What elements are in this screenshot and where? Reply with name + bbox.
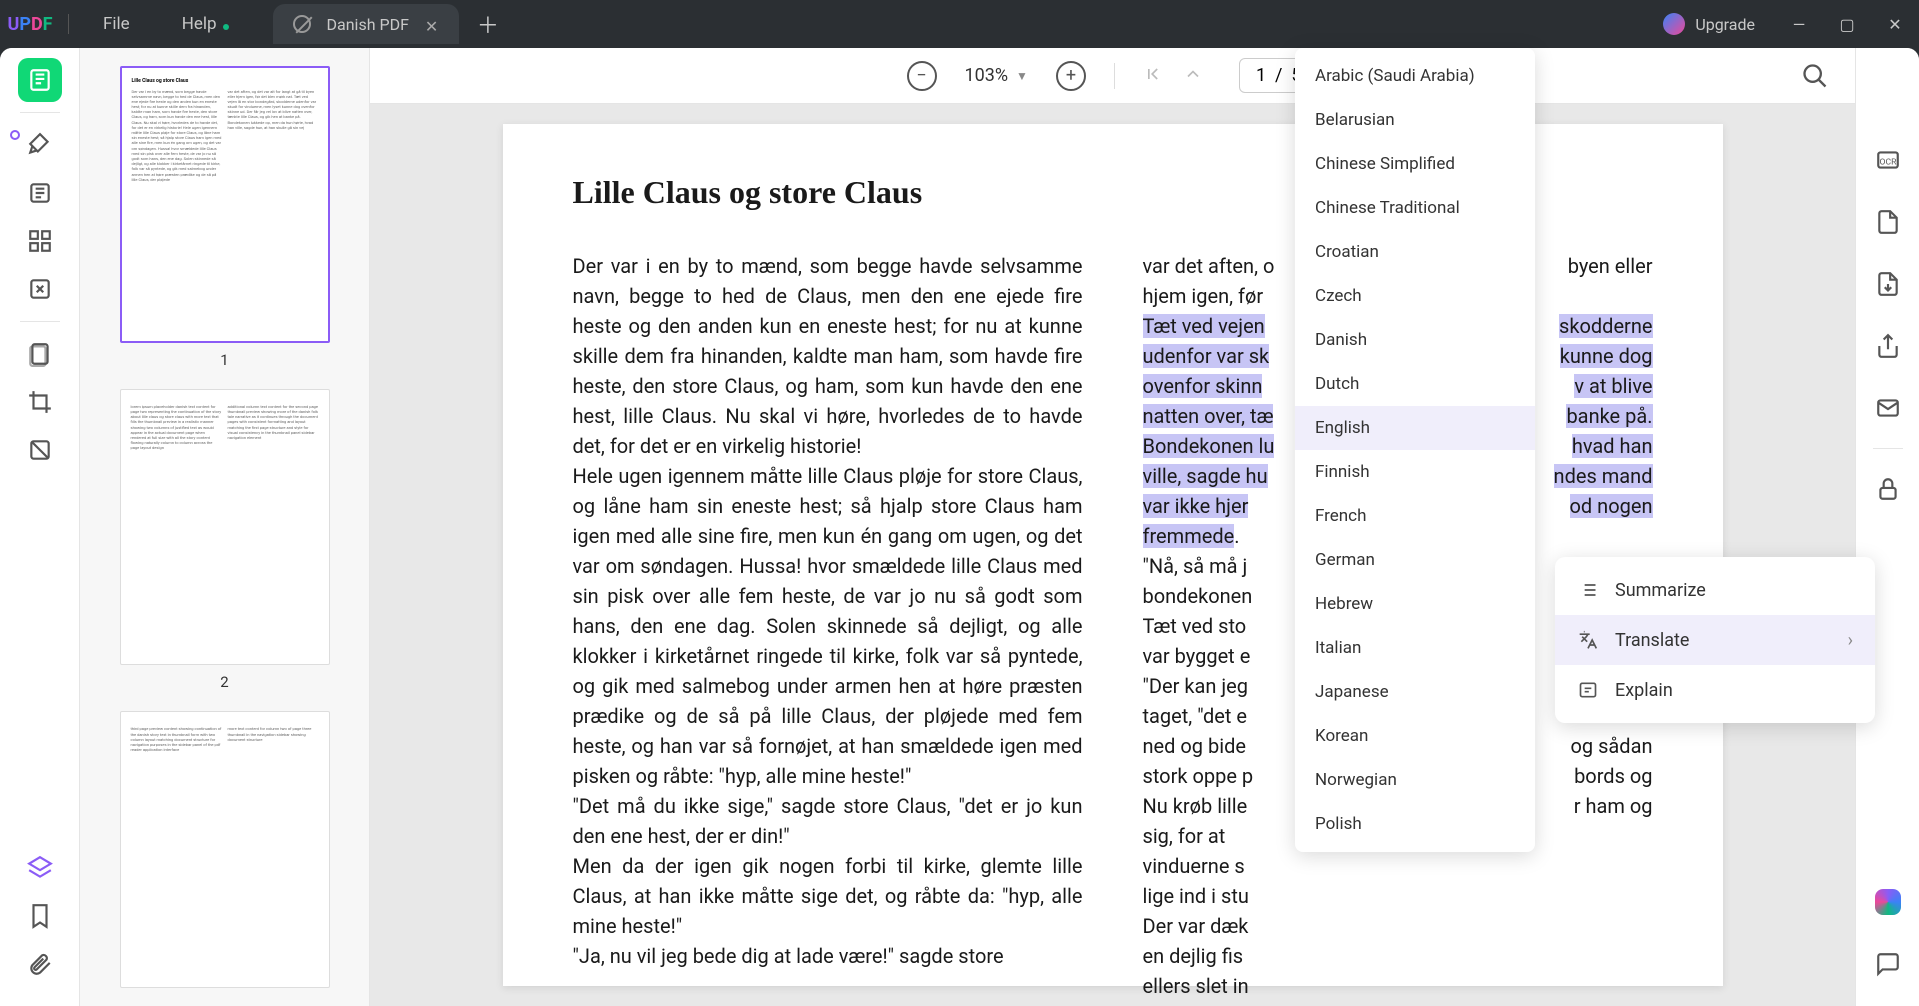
minimize-button[interactable]: — [1775, 0, 1823, 48]
language-dropdown: Arabic (Saudi Arabia) Belarusian Chinese… [1295, 48, 1535, 852]
first-page-button[interactable] [1143, 64, 1163, 88]
organize-tool-button[interactable] [18, 219, 62, 263]
email-button[interactable] [1866, 386, 1910, 430]
page-tool-button[interactable] [18, 332, 62, 376]
file-button[interactable] [1866, 200, 1910, 244]
document-tab[interactable]: Danish PDF ✕ [273, 4, 459, 44]
window-controls: — ▢ ✕ [1775, 0, 1919, 48]
zoom-in-button[interactable]: + [1056, 61, 1086, 91]
thumbnail-label-1: 1 [220, 351, 228, 369]
thumbnail-page-1[interactable]: Lille Claus og store Claus Der var i en … [120, 66, 330, 343]
protect-button[interactable] [1866, 467, 1910, 511]
view-toolbar: − 103%▼ + 1 / 5 [370, 48, 1855, 104]
lang-option[interactable]: Norwegian [1295, 758, 1535, 802]
lang-option[interactable]: Japanese [1295, 670, 1535, 714]
lang-option[interactable]: Czech [1295, 274, 1535, 318]
chevron-right-icon: › [1848, 630, 1853, 651]
attachment-button[interactable] [18, 942, 62, 986]
maximize-button[interactable]: ▢ [1823, 0, 1871, 48]
upgrade-button[interactable]: Upgrade [1643, 13, 1775, 35]
zoom-dropdown-icon: ▼ [1016, 69, 1028, 83]
ocr-button[interactable]: OCR [1866, 138, 1910, 182]
lang-option[interactable]: Finnish [1295, 450, 1535, 494]
pdf-page: Lille Claus og store Claus Der var i en … [503, 124, 1723, 986]
tab-title: Danish PDF [327, 15, 409, 34]
text-column-1: Der var i en by to mænd, som begge havde… [573, 251, 1083, 1001]
page-viewport[interactable]: Lille Claus og store Claus Der var i en … [370, 104, 1855, 1006]
notification-dot [223, 24, 229, 30]
bookmark-button[interactable] [18, 894, 62, 938]
lang-option[interactable]: Hebrew [1295, 582, 1535, 626]
svg-text:OCR: OCR [1879, 157, 1897, 167]
list-icon [1577, 579, 1599, 601]
translate-option[interactable]: Translate › [1555, 615, 1875, 665]
form-tool-button[interactable] [18, 267, 62, 311]
lang-option[interactable]: Chinese Simplified [1295, 142, 1535, 186]
lang-option[interactable]: Korean [1295, 714, 1535, 758]
thumbnail-page-2[interactable]: lorem ipsum placeholder danish text cont… [120, 389, 330, 666]
summarize-option[interactable]: Summarize [1555, 565, 1875, 615]
translate-icon [1577, 629, 1599, 651]
layers-button[interactable] [18, 846, 62, 890]
lang-option[interactable]: Italian [1295, 626, 1535, 670]
lang-option[interactable]: German [1295, 538, 1535, 582]
document-icon [293, 15, 311, 33]
share-button[interactable] [1866, 324, 1910, 368]
panel-handle[interactable] [10, 130, 20, 140]
avatar-icon [1663, 13, 1685, 35]
right-toolbar: OCR [1855, 48, 1919, 1006]
main-area: Lille Claus og store Claus Der var i en … [0, 48, 1919, 1006]
left-toolbar [0, 48, 80, 1006]
reader-mode-button[interactable] [18, 58, 62, 102]
titlebar: UPDF File Help Danish PDF ✕ ＋ Upgrade — … [0, 0, 1919, 48]
close-tab-button[interactable]: ✕ [425, 17, 439, 31]
zoom-value[interactable]: 103%▼ [957, 65, 1036, 86]
export-button[interactable] [1866, 262, 1910, 306]
lang-option[interactable]: Danish [1295, 318, 1535, 362]
lang-option[interactable]: Arabic (Saudi Arabia) [1295, 54, 1535, 98]
separator [68, 14, 69, 34]
add-tab-button[interactable]: ＋ [477, 8, 499, 40]
chat-button[interactable] [1866, 942, 1910, 986]
lang-option[interactable]: Polish [1295, 802, 1535, 846]
edit-tool-button[interactable] [18, 171, 62, 215]
prev-page-button[interactable] [1183, 64, 1203, 88]
zoom-out-button[interactable]: − [907, 61, 937, 91]
menu-help[interactable]: Help [156, 14, 243, 34]
lang-option[interactable]: English [1295, 406, 1535, 450]
selected-text: Tæt ved vejen udenfor var sk ovenfor ski… [1143, 314, 1275, 548]
menu-file[interactable]: File [77, 14, 156, 34]
lang-option[interactable]: Dutch [1295, 362, 1535, 406]
close-window-button[interactable]: ✕ [1871, 0, 1919, 48]
ai-context-menu: Summarize Translate › Explain [1555, 557, 1875, 723]
ai-button[interactable] [1866, 880, 1910, 924]
search-button[interactable] [1801, 62, 1829, 90]
explain-option[interactable]: Explain [1555, 665, 1875, 715]
thumbnail-panel: Lille Claus og store Claus Der var i en … [80, 48, 370, 1006]
lang-option[interactable]: Chinese Traditional [1295, 186, 1535, 230]
thumbnail-label-2: 2 [220, 673, 228, 691]
crop-tool-button[interactable] [18, 380, 62, 424]
lang-option[interactable]: French [1295, 494, 1535, 538]
lang-option[interactable]: Belarusian [1295, 98, 1535, 142]
lang-option[interactable]: Croatian [1295, 230, 1535, 274]
comment-tool-button[interactable] [18, 123, 62, 167]
redact-tool-button[interactable] [18, 428, 62, 472]
thumbnail-page-3[interactable]: third page preview content showing conti… [120, 711, 330, 988]
app-logo: UPDF [0, 14, 60, 35]
explain-icon [1577, 679, 1599, 701]
content-area: − 103%▼ + 1 / 5 Lille Claus og store Cla… [370, 48, 1855, 1006]
